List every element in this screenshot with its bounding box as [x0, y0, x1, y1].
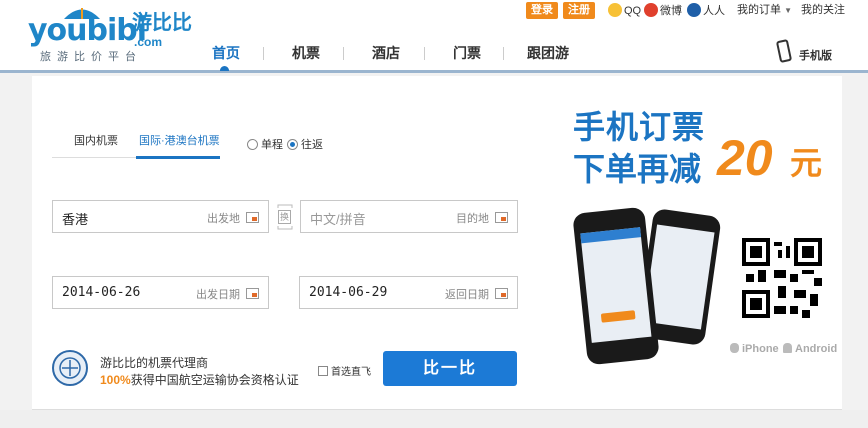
- qq-icon: [608, 3, 622, 17]
- weibo-login-link[interactable]: 微博: [644, 3, 682, 18]
- agent-certification-title: 游比比的机票代理商: [100, 356, 209, 370]
- nav-divider: [503, 47, 504, 60]
- compare-search-button[interactable]: 比一比: [383, 351, 517, 386]
- register-button[interactable]: 注册: [563, 2, 595, 19]
- departure-city-value: 香港: [62, 212, 89, 227]
- android-platform-label: Android: [783, 343, 837, 355]
- android-label: Android: [795, 343, 838, 355]
- logo-tagline: 旅游比价平台: [40, 51, 142, 63]
- login-button[interactable]: 登录: [526, 2, 558, 19]
- nav-divider: [424, 47, 425, 60]
- logo-brand: 游比比: [132, 12, 192, 34]
- direct-flight-option[interactable]: 首选直飞: [318, 363, 371, 378]
- my-following-link[interactable]: 我的关注: [801, 3, 845, 17]
- logo-domain: .com: [134, 35, 163, 49]
- active-nav-indicator: [220, 66, 229, 71]
- tab-international-flights[interactable]: 国际·港澳台机票: [139, 132, 220, 148]
- logo-text: youbibi: [28, 13, 147, 48]
- agent-certification-text: 100%获得中国航空运输协会资格认证: [100, 371, 299, 388]
- site-logo[interactable]: youbibi 游比比 .com 旅游比价平台: [28, 8, 198, 63]
- qq-login-link[interactable]: QQ: [608, 3, 641, 18]
- qq-label: QQ: [624, 5, 642, 17]
- certified-percentage: 100%: [100, 373, 131, 387]
- chevron-down-icon: ▼: [784, 6, 792, 15]
- tab-domestic-flights[interactable]: 国内机票: [74, 132, 118, 148]
- destination-city-label: 目的地: [456, 213, 489, 225]
- my-orders-label: 我的订单: [737, 4, 781, 16]
- active-tab-underline: [136, 156, 220, 159]
- promo-subheadline: 下单再减: [573, 151, 702, 187]
- swap-cities-button[interactable]: 换: [275, 204, 295, 230]
- calendar-icon[interactable]: [246, 288, 259, 299]
- android-icon: [783, 343, 792, 353]
- promo-currency-unit: 元: [790, 145, 823, 181]
- trip-type-one-way[interactable]: 单程: [247, 136, 283, 152]
- departure-date-value: 2014-06-26: [62, 285, 141, 300]
- nav-item-hotels[interactable]: 酒店: [372, 44, 400, 62]
- site-header: youbibi 游比比 .com 旅游比价平台 登录 注册 QQ 微博 人人 我…: [0, 0, 868, 73]
- trip-type-round-trip[interactable]: 往返: [287, 136, 323, 152]
- return-date-label: 返回日期: [445, 289, 489, 301]
- search-tabs: 国内机票 国际·港澳台机票: [52, 132, 220, 159]
- city-picker-icon[interactable]: [246, 212, 259, 223]
- destination-city-field[interactable]: 中文/拼音 目的地: [300, 200, 518, 233]
- destination-city-placeholder: 中文/拼音: [310, 212, 366, 227]
- app-download-qr-code: [742, 238, 822, 318]
- iphone-label: iPhone: [742, 343, 779, 355]
- apple-icon: [730, 343, 739, 353]
- radio-one-way[interactable]: [247, 138, 258, 150]
- nav-item-tours[interactable]: 跟团游: [527, 44, 569, 62]
- nav-item-flights[interactable]: 机票: [292, 44, 320, 62]
- nav-divider: [343, 47, 344, 60]
- mobile-version-label: 手机版: [799, 50, 832, 62]
- aviation-association-seal-icon: [52, 350, 88, 386]
- renren-label: 人人: [703, 5, 725, 17]
- swap-label: 换: [278, 210, 291, 224]
- departure-date-field[interactable]: 2014-06-26 出发日期: [52, 276, 269, 309]
- mobile-phone-icon: [775, 38, 793, 64]
- my-orders-menu[interactable]: 我的订单 ▼: [737, 3, 792, 18]
- nav-item-tickets[interactable]: 门票: [453, 44, 481, 62]
- nav-item-home[interactable]: 首页: [212, 44, 240, 62]
- departure-city-label: 出发地: [207, 213, 240, 225]
- renren-icon: [687, 3, 701, 17]
- mobile-version-link[interactable]: 手机版: [775, 38, 836, 66]
- renren-login-link[interactable]: 人人: [687, 3, 725, 18]
- departure-city-field[interactable]: 香港 出发地: [52, 200, 269, 233]
- radio-round-trip[interactable]: [287, 138, 298, 150]
- return-date-field[interactable]: 2014-06-29 返回日期: [299, 276, 518, 309]
- departure-date-label: 出发日期: [196, 289, 240, 301]
- certification-detail: 获得中国航空运输协会资格认证: [130, 373, 299, 387]
- one-way-label: 单程: [261, 139, 283, 151]
- calendar-icon[interactable]: [495, 288, 508, 299]
- return-date-value: 2014-06-29: [309, 285, 388, 300]
- round-trip-label: 往返: [301, 139, 323, 151]
- promo-headline: 手机订票: [573, 109, 706, 145]
- weibo-icon: [644, 3, 658, 17]
- direct-flight-label: 首选直飞: [331, 367, 371, 378]
- weibo-label: 微博: [660, 5, 682, 17]
- nav-divider: [263, 47, 264, 60]
- promo-discount-amount: 20: [717, 130, 773, 186]
- city-picker-icon[interactable]: [495, 212, 508, 223]
- direct-flight-checkbox[interactable]: [318, 365, 328, 376]
- iphone-platform-label: iPhone: [730, 343, 779, 355]
- page-footer-strip: [0, 410, 868, 428]
